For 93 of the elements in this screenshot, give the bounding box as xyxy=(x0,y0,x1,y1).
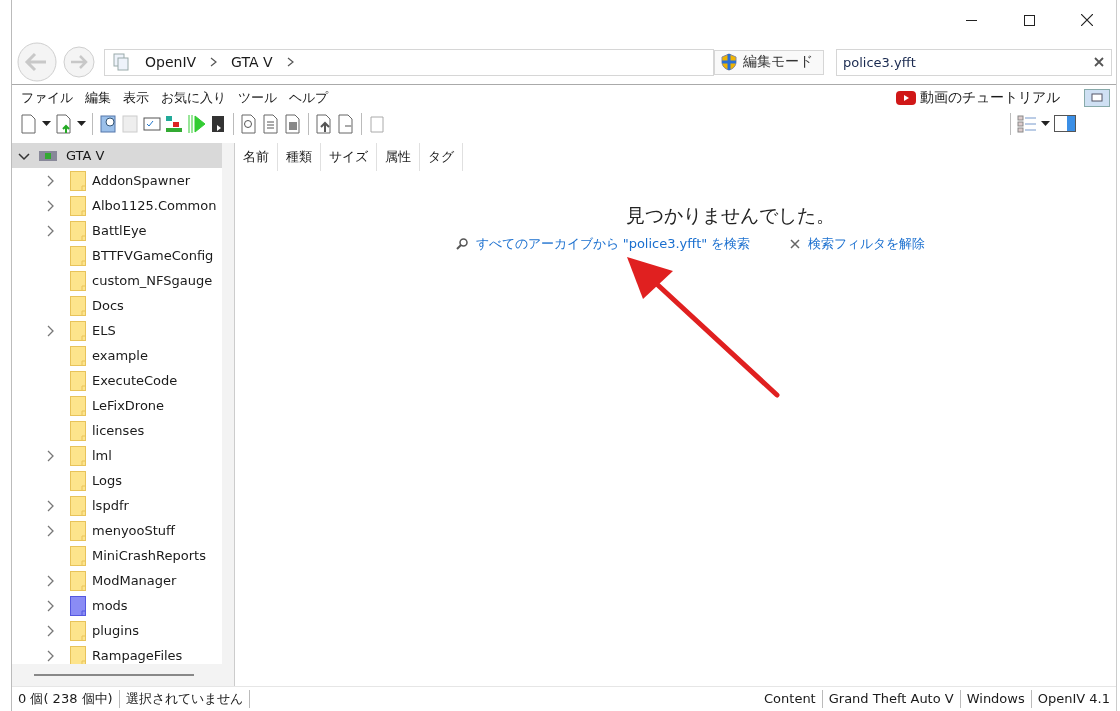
dropdown-arrow-icon[interactable] xyxy=(42,121,51,127)
dropdown-arrow-icon[interactable] xyxy=(77,121,86,127)
menu-item[interactable]: ツール xyxy=(237,87,278,109)
shield-icon xyxy=(721,53,737,71)
save-icon[interactable] xyxy=(209,114,227,134)
magnifier-icon[interactable] xyxy=(99,114,117,134)
tree-label: lspdfr xyxy=(92,498,129,513)
tree-label: custom_NFSgauge xyxy=(92,273,213,288)
tree-label: lml xyxy=(92,448,112,463)
column-header[interactable]: タグ xyxy=(420,143,463,171)
export-icon[interactable] xyxy=(315,114,333,134)
tree-label: example xyxy=(92,348,148,363)
tree-item[interactable]: mods xyxy=(12,593,222,618)
empty-result-message: 見つかりませんでした。 xyxy=(626,203,835,228)
tree-label: AddonSpawner xyxy=(92,173,191,188)
breadcrumb-item[interactable]: GTA V xyxy=(231,54,273,70)
tree-item[interactable]: LeFixDrone xyxy=(12,393,222,418)
tree-item[interactable]: MiniCrashReports xyxy=(12,543,222,568)
maximize-icon[interactable] xyxy=(1023,14,1035,26)
horizontal-scrollbar[interactable] xyxy=(34,674,194,676)
tree-item[interactable]: lspdfr xyxy=(12,493,222,518)
tree-label: menyooStuff xyxy=(92,523,176,538)
tree-item[interactable]: ELS xyxy=(12,318,222,343)
status-item: Windows xyxy=(960,690,1032,708)
menu-item[interactable]: ヘルプ xyxy=(288,87,329,109)
menu-item[interactable]: ファイル xyxy=(20,87,74,109)
color-blocks-icon[interactable] xyxy=(165,114,183,134)
tree-label: BTTFVGameConfig xyxy=(92,248,214,263)
status-item: Content xyxy=(758,690,823,708)
close-icon xyxy=(790,239,801,249)
font-document-icon[interactable] xyxy=(284,114,302,134)
edit-mode-button[interactable]: 編集モード xyxy=(714,49,824,75)
status-item: Grand Theft Auto V xyxy=(822,690,961,708)
clear-icon[interactable] xyxy=(1094,56,1104,67)
item-count: 0 個( 238 個中) xyxy=(12,690,120,708)
column-header[interactable]: 属性 xyxy=(377,143,420,171)
menu-item[interactable]: お気に入り xyxy=(160,87,227,109)
tree-label: MiniCrashReports xyxy=(92,548,206,563)
text-document-icon[interactable] xyxy=(262,114,280,134)
selection-status: 選択されていません xyxy=(119,690,250,708)
search-all-archives-link[interactable]: すべてのアーカイブから "police3.yfft" を検索 xyxy=(455,235,751,253)
tree-label: RampageFiles xyxy=(92,648,183,663)
breadcrumb-bar[interactable]: OpenIV GTA V xyxy=(104,48,714,76)
tree-item[interactable]: Albo1125.Common xyxy=(12,193,222,218)
tree-item[interactable]: BattlEye xyxy=(12,218,222,243)
tree-item[interactable]: AddonSpawner xyxy=(12,168,222,193)
checklist-icon[interactable] xyxy=(143,114,161,134)
breadcrumb-item[interactable]: OpenIV xyxy=(145,54,197,70)
menu-item[interactable]: 編集 xyxy=(84,87,112,109)
tree-item[interactable]: RampageFiles xyxy=(12,643,222,664)
column-header[interactable]: 種類 xyxy=(278,143,321,171)
pages-icon xyxy=(113,53,131,71)
tree-item[interactable]: plugins xyxy=(12,618,222,643)
tree-item[interactable]: GTA V xyxy=(12,143,222,168)
tree-label: GTA V xyxy=(66,148,105,163)
search-field[interactable]: police3.yfft xyxy=(836,48,1112,76)
tree-label: Logs xyxy=(92,473,122,488)
chevron-right-icon xyxy=(210,57,218,67)
tree-item[interactable]: Logs xyxy=(12,468,222,493)
tree-label: Docs xyxy=(92,298,124,313)
tree-item[interactable]: example xyxy=(12,343,222,368)
search-document-icon[interactable] xyxy=(240,114,258,134)
play-icon xyxy=(896,91,916,105)
tree-item[interactable]: ExecuteCode xyxy=(12,368,222,393)
close-icon[interactable] xyxy=(1081,14,1093,26)
game-logo-icon xyxy=(38,148,58,163)
tree-item[interactable]: custom_NFSgauge xyxy=(12,268,222,293)
tree-label: BattlEye xyxy=(92,223,147,238)
tree-label: LeFixDrone xyxy=(92,398,165,413)
layout-toggle-icon[interactable] xyxy=(1084,89,1110,107)
tree-label: ModManager xyxy=(92,573,177,588)
tree-item[interactable]: lml xyxy=(12,443,222,468)
tree-label: ExecuteCode xyxy=(92,373,178,388)
column-header[interactable]: サイズ xyxy=(321,143,377,171)
clear-filter-link[interactable]: 検索フィルタを解除 xyxy=(790,235,926,253)
tree-item[interactable]: licenses xyxy=(12,418,222,443)
status-item: OpenIV 4.1 xyxy=(1036,690,1111,708)
search-icon xyxy=(455,238,468,250)
tree-label: licenses xyxy=(92,423,145,438)
dropdown-arrow-icon[interactable] xyxy=(1041,121,1050,127)
tree-item[interactable]: Docs xyxy=(12,293,222,318)
tree-item[interactable]: BTTFVGameConfig xyxy=(12,243,222,268)
tree-label: mods xyxy=(92,598,128,613)
menu-item[interactable]: 表示 xyxy=(122,87,150,109)
tree-label: plugins xyxy=(92,623,139,638)
chevron-right-icon xyxy=(286,57,294,67)
tree-item[interactable]: ModManager xyxy=(12,568,222,593)
tutorial-link[interactable]: 動画のチュートリアル xyxy=(896,89,1060,107)
tree-label: Albo1125.Common xyxy=(92,198,217,213)
column-header[interactable]: 名前 xyxy=(235,143,278,171)
tree-label: ELS xyxy=(92,323,116,338)
preview-pane-icon[interactable] xyxy=(1054,115,1076,133)
tree-item[interactable]: menyooStuff xyxy=(12,518,222,543)
